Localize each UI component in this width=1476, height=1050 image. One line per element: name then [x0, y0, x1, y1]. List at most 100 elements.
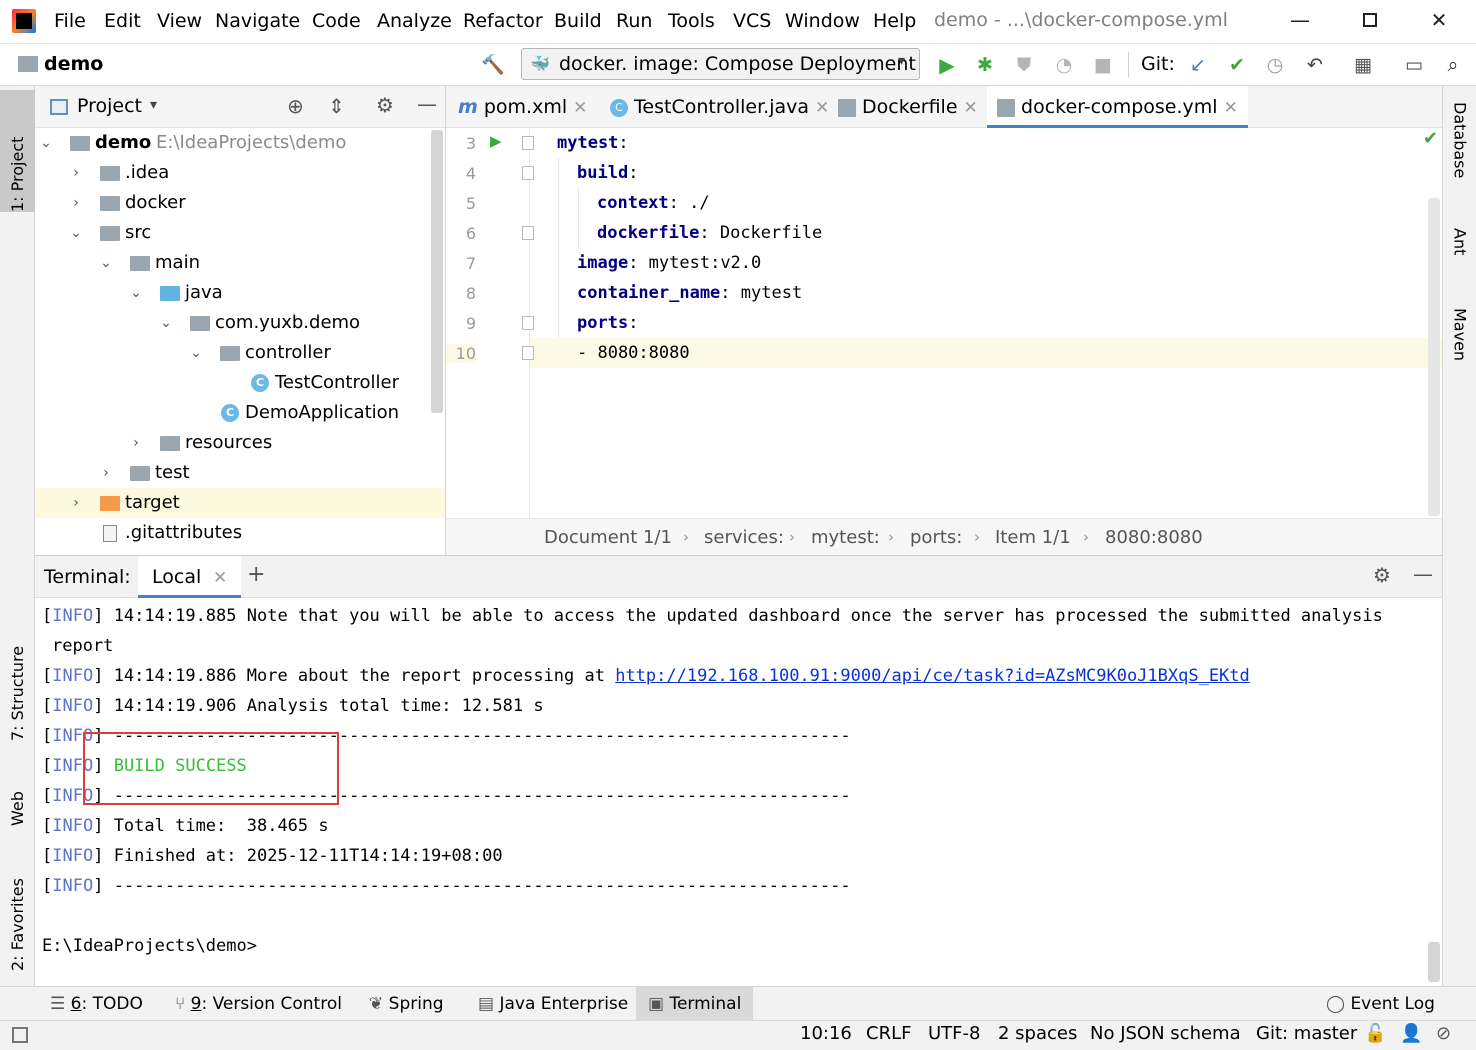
- menu-analyze[interactable]: Analyze: [377, 10, 452, 32]
- project-structure-icon[interactable]: ▦: [1350, 52, 1376, 78]
- tree-item-controller[interactable]: ⌄ controller: [35, 338, 445, 368]
- build-hammer-icon[interactable]: 🔨: [480, 52, 506, 78]
- editor-scrollbar[interactable]: [1428, 198, 1440, 516]
- git-commit-icon[interactable]: ✔: [1224, 52, 1250, 78]
- tool-spring[interactable]: ❦ Spring: [369, 987, 444, 1021]
- tree-item-demoapplication[interactable]: C DemoApplication: [35, 398, 445, 428]
- file-encoding[interactable]: UTF-8: [928, 1023, 980, 1044]
- maximize-button[interactable]: [1355, 8, 1385, 36]
- menu-view[interactable]: View: [157, 10, 202, 32]
- code-line[interactable]: build:: [577, 158, 638, 188]
- chevron-down-icon[interactable]: ▾: [150, 97, 157, 113]
- terminal-scrollbar[interactable]: [1428, 942, 1440, 982]
- tree-item-package[interactable]: ⌄ com.yuxb.demo: [35, 308, 445, 338]
- tab-structure[interactable]: 7: Structure: [0, 616, 35, 741]
- coverage-icon[interactable]: ⛊: [1011, 52, 1037, 78]
- run-config-dropdown[interactable]: 🐳 docker. image: Compose Deployment ▾: [521, 48, 920, 80]
- hide-icon[interactable]: —: [417, 92, 437, 116]
- tree-item-src[interactable]: ⌄ src: [35, 218, 445, 248]
- memory-indicator-icon[interactable]: ⊘: [1436, 1023, 1451, 1044]
- tree-item-test[interactable]: › test: [35, 458, 445, 488]
- tool-terminal[interactable]: ▣ Terminal: [636, 987, 754, 1021]
- code-line[interactable]: mytest:: [557, 128, 629, 158]
- debug-icon[interactable]: ✱: [972, 52, 998, 78]
- breadcrumb-item[interactable]: ports:: [910, 519, 962, 556]
- menu-navigate[interactable]: Navigate: [215, 10, 300, 32]
- fold-icon[interactable]: [522, 346, 534, 360]
- inspection-ok-icon[interactable]: ✔: [1423, 128, 1438, 149]
- breadcrumb-item[interactable]: mytest:: [811, 519, 880, 556]
- report-link[interactable]: http://192.168.100.91:9000/api/ce/task?i…: [615, 666, 1250, 686]
- code-line[interactable]: context: ./: [597, 188, 710, 218]
- run-gutter-icon[interactable]: ▶: [490, 132, 502, 150]
- menu-file[interactable]: File: [54, 10, 86, 32]
- tree-item-resources[interactable]: › resources: [35, 428, 445, 458]
- breadcrumb-item[interactable]: Document 1/1: [544, 519, 672, 556]
- stop-icon[interactable]: ■: [1090, 52, 1116, 78]
- breadcrumb-item[interactable]: services:: [704, 519, 784, 556]
- terminal-prompt[interactable]: E:\IdeaProjects\demo>: [42, 931, 257, 961]
- git-branch[interactable]: Git: master: [1256, 1023, 1357, 1044]
- tool-version-control[interactable]: ⑂ 9: Version Control: [175, 987, 342, 1021]
- close-icon[interactable]: ✕: [964, 98, 978, 118]
- run-icon[interactable]: ▶: [934, 52, 960, 78]
- gear-icon[interactable]: ⚙: [376, 93, 394, 117]
- tab-maven[interactable]: Maven: [1443, 306, 1476, 396]
- close-icon[interactable]: ✕: [213, 568, 227, 588]
- breadcrumb-item[interactable]: 8080:8080: [1105, 519, 1203, 556]
- hide-icon[interactable]: —: [1413, 562, 1433, 586]
- tab-web[interactable]: Web: [0, 756, 35, 826]
- project-name[interactable]: demo: [44, 53, 103, 75]
- line-separator[interactable]: CRLF: [866, 1023, 911, 1044]
- git-update-icon[interactable]: ↙: [1185, 52, 1211, 78]
- menu-run[interactable]: Run: [616, 10, 652, 32]
- tab-testcontroller[interactable]: C TestController.java ✕: [610, 86, 829, 128]
- close-icon[interactable]: ✕: [1224, 98, 1238, 118]
- terminal-tab-local[interactable]: Local ✕: [138, 556, 242, 598]
- git-history-icon[interactable]: ◷: [1262, 52, 1288, 78]
- fold-icon[interactable]: [522, 226, 534, 240]
- close-icon[interactable]: ✕: [573, 98, 587, 118]
- tab-project[interactable]: 1: Project: [0, 90, 35, 212]
- menu-window[interactable]: Window: [785, 10, 860, 32]
- close-window-button[interactable]: ✕: [1424, 8, 1454, 36]
- lock-icon[interactable]: 🔓: [1364, 1023, 1386, 1044]
- menu-help[interactable]: Help: [873, 10, 916, 32]
- git-rollback-icon[interactable]: ↶: [1302, 52, 1328, 78]
- tree-item-java[interactable]: ⌄ java: [35, 278, 445, 308]
- code-line[interactable]: ports:: [577, 308, 638, 338]
- tree-item-testcontroller[interactable]: C TestController: [35, 368, 445, 398]
- fold-icon[interactable]: [522, 316, 534, 330]
- inspector-icon[interactable]: 👤: [1400, 1023, 1422, 1044]
- code-line[interactable]: image: mytest:v2.0: [577, 248, 761, 278]
- close-icon[interactable]: ✕: [815, 98, 829, 118]
- tab-dockerfile[interactable]: Dockerfile ✕: [838, 86, 978, 128]
- toggle-tool-windows-icon[interactable]: [12, 1027, 28, 1043]
- tool-todo[interactable]: ☰ 6: TODO: [50, 987, 143, 1021]
- menu-build[interactable]: Build: [554, 10, 602, 32]
- tab-docker-compose[interactable]: docker-compose.yml ✕: [987, 86, 1248, 128]
- tab-pom-xml[interactable]: m pom.xml ✕: [458, 86, 587, 128]
- caret-position[interactable]: 10:16: [800, 1023, 852, 1044]
- menu-vcs[interactable]: VCS: [733, 10, 771, 32]
- fold-icon[interactable]: [522, 166, 534, 180]
- code-line[interactable]: dockerfile: Dockerfile: [597, 218, 822, 248]
- search-icon[interactable]: ⌕: [1440, 52, 1466, 78]
- tree-item-docker[interactable]: › docker: [35, 188, 445, 218]
- gear-icon[interactable]: ⚙: [1373, 563, 1391, 587]
- menu-refactor[interactable]: Refactor: [463, 10, 543, 32]
- tool-event-log[interactable]: ◯ Event Log: [1326, 987, 1435, 1021]
- tree-item-idea[interactable]: › .idea: [35, 158, 445, 188]
- tree-item-demo[interactable]: ⌄ demo E:\IdeaProjects\demo: [35, 128, 445, 158]
- tree-item-main[interactable]: ⌄ main: [35, 248, 445, 278]
- tool-java-enterprise[interactable]: ▤ Java Enterprise: [478, 987, 628, 1021]
- breadcrumb-item[interactable]: Item 1/1: [995, 519, 1071, 556]
- json-schema[interactable]: No JSON schema: [1090, 1023, 1241, 1044]
- collapse-all-icon[interactable]: ⇕: [328, 94, 345, 118]
- profile-icon[interactable]: ◔: [1051, 52, 1077, 78]
- code-line[interactable]: - 8080:8080: [577, 338, 690, 368]
- menu-edit[interactable]: Edit: [104, 10, 141, 32]
- locate-icon[interactable]: ⊕: [287, 94, 304, 118]
- project-scrollbar[interactable]: [431, 130, 443, 413]
- project-view-label[interactable]: Project: [77, 95, 142, 117]
